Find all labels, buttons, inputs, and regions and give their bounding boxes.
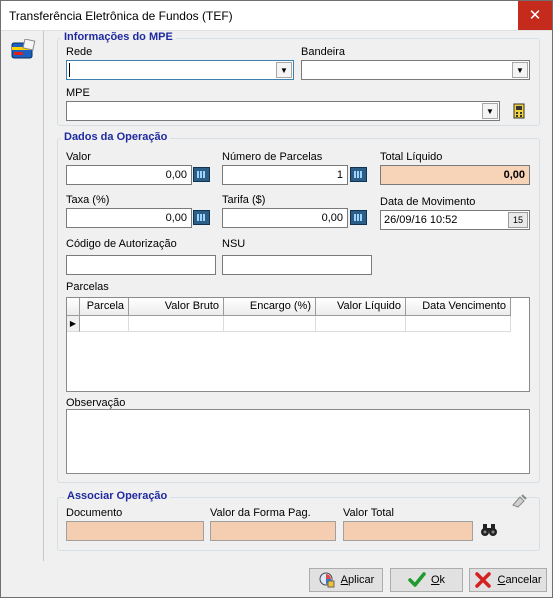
info-mpe-title: Informações do MPE: [61, 31, 176, 43]
text-cursor: [69, 63, 70, 77]
calculator-icon[interactable]: [350, 210, 367, 225]
valor-forma-label: Valor da Forma Pag.: [210, 507, 311, 519]
cancel-x-icon: [475, 572, 492, 588]
dados-operacao-title: Dados da Operação: [61, 131, 171, 143]
col-data-vencimento[interactable]: Data Vencimento: [406, 298, 511, 316]
documento-label: Documento: [66, 507, 123, 519]
binoculars-icon[interactable]: [480, 523, 498, 537]
nsu-label: NSU: [222, 238, 246, 250]
col-valor-liquido[interactable]: Valor Líquido: [316, 298, 406, 316]
total-liquido-value: 0,00: [503, 169, 525, 181]
side-strip: [2, 31, 44, 561]
tef-window: Transferência Eletrônica de Fundos (TEF)…: [0, 0, 553, 598]
total-liquido-field: 0,00: [380, 165, 530, 185]
parcelas-label: Parcelas: [66, 281, 109, 293]
ok-label: Ok: [431, 574, 445, 586]
aplicar-label: Aplicar: [341, 574, 375, 586]
terminal-icon[interactable]: [511, 102, 527, 120]
eraser-icon[interactable]: [510, 493, 528, 509]
cell-valor-bruto[interactable]: [129, 316, 224, 332]
aplicar-mnemonic: A: [340, 574, 349, 586]
calendar-icon[interactable]: 15: [508, 212, 528, 228]
cancelar-button[interactable]: Cancelar: [469, 568, 547, 592]
chevron-down-icon[interactable]: ▼: [512, 62, 528, 78]
taxa-label: Taxa (%): [66, 194, 110, 206]
valor-total-label: Valor Total: [343, 507, 394, 519]
tarifa-value: 0,00: [321, 212, 343, 224]
data-movimento-input[interactable]: 26/09/16 10:52 15: [380, 210, 530, 230]
cell-encargo[interactable]: [224, 316, 316, 332]
aplicar-button[interactable]: Aplicar: [309, 568, 383, 592]
valor-input[interactable]: 0,00: [66, 165, 192, 185]
taxa-value: 0,00: [165, 212, 187, 224]
num-parcelas-label: Número de Parcelas: [222, 151, 323, 163]
data-movimento-label: Data de Movimento: [380, 196, 476, 208]
calculator-icon[interactable]: [193, 210, 210, 225]
valor-label: Valor: [66, 151, 91, 163]
ok-mnemonic: O: [430, 574, 440, 586]
chevron-down-icon[interactable]: ▼: [276, 62, 292, 78]
col-parcela[interactable]: Parcela: [80, 298, 129, 316]
col-encargo[interactable]: Encargo (%): [224, 298, 316, 316]
ok-rest: k: [439, 574, 446, 586]
checkmark-icon: [408, 572, 426, 587]
parcelas-grid[interactable]: Parcela Valor Bruto Encargo (%) Valor Lí…: [66, 297, 530, 392]
observacao-label: Observação: [66, 397, 126, 409]
chevron-down-icon[interactable]: ▼: [482, 103, 498, 119]
title-bar: Transferência Eletrônica de Fundos (TEF)…: [1, 1, 552, 31]
documento-field: [66, 521, 204, 541]
grid-header: Parcela Valor Bruto Encargo (%) Valor Lí…: [67, 298, 511, 316]
num-parcelas-input[interactable]: 1: [222, 165, 348, 185]
credit-card-icon: [11, 39, 36, 59]
table-row[interactable]: ▶: [67, 316, 511, 332]
cancelar-label: Cancelar: [497, 574, 541, 586]
mpe-select[interactable]: ▼: [66, 101, 500, 121]
taxa-input[interactable]: 0,00: [66, 208, 192, 228]
tarifa-input[interactable]: 0,00: [222, 208, 348, 228]
valor-forma-field: [210, 521, 336, 541]
bandeira-label: Bandeira: [301, 46, 346, 58]
cod-autorizacao-label: Código de Autorização: [66, 238, 177, 250]
num-parcelas-value: 1: [336, 169, 343, 181]
grid-corner: [67, 298, 80, 316]
ok-button[interactable]: Ok: [390, 568, 463, 592]
apply-icon: [319, 572, 335, 588]
tarifa-label: Tarifa ($): [222, 194, 266, 206]
observacao-textarea[interactable]: [66, 409, 530, 474]
nsu-input[interactable]: [222, 255, 372, 275]
cod-autorizacao-input[interactable]: [66, 255, 216, 275]
calculator-icon[interactable]: [193, 167, 210, 182]
aplicar-rest: plicar: [348, 574, 375, 586]
associar-operacao-title: Associar Operação: [64, 490, 171, 502]
col-valor-bruto[interactable]: Valor Bruto: [129, 298, 224, 316]
cell-valor-liquido[interactable]: [316, 316, 406, 332]
row-indicator: ▶: [67, 316, 80, 332]
rede-label: Rede: [66, 46, 93, 58]
valor-total-field: [343, 521, 473, 541]
data-movimento-value: 26/09/16 10:52: [384, 214, 458, 226]
rede-select[interactable]: ▼: [66, 60, 294, 80]
cell-data-vencimento[interactable]: [406, 316, 511, 332]
window-title: Transferência Eletrônica de Fundos (TEF): [9, 9, 233, 23]
total-liquido-label: Total Líquido: [380, 151, 443, 163]
cell-parcela[interactable]: [80, 316, 129, 332]
close-button[interactable]: ✕: [518, 1, 552, 30]
cancelar-rest: ancelar: [505, 574, 542, 586]
calculator-icon[interactable]: [350, 167, 367, 182]
bandeira-select[interactable]: ▼: [301, 60, 530, 80]
valor-value: 0,00: [165, 169, 187, 181]
mpe-label: MPE: [66, 87, 90, 99]
